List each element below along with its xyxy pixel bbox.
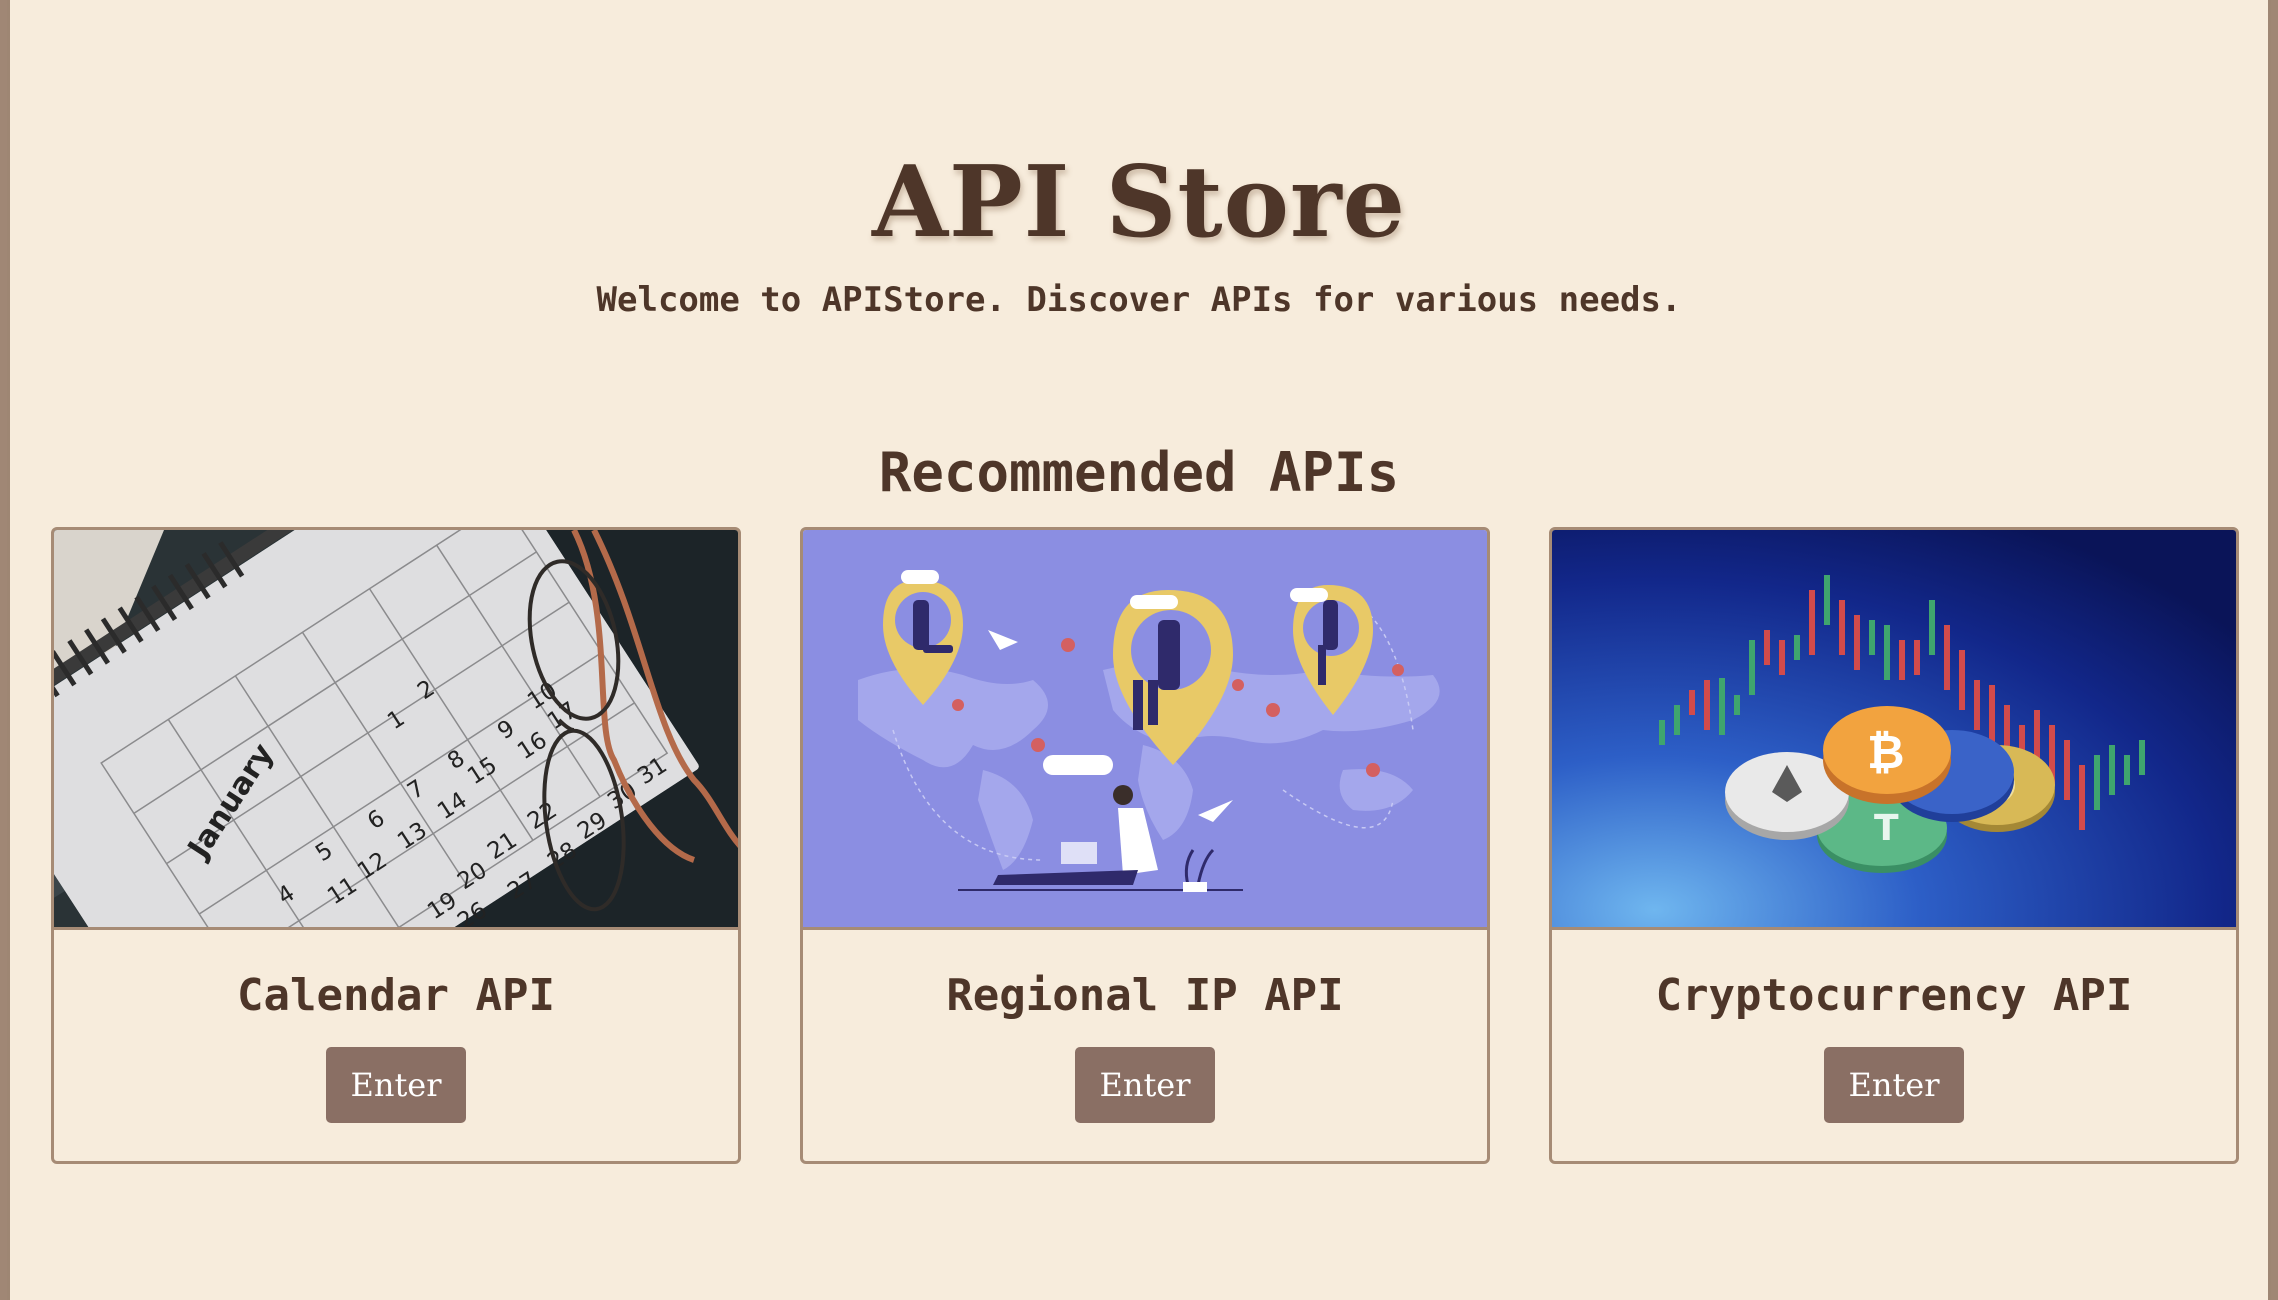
page-container: API Store Welcome to APIStore. Discover … (7, 0, 2271, 1300)
enter-button-calendar[interactable]: Enter (326, 1047, 466, 1123)
api-card-regional-ip: Regional IP API Enter (800, 527, 1490, 1164)
api-card-calendar: January 5 6 7 8 9 10 1 2 4 11 12 13 14 1… (51, 527, 741, 1164)
card-title: Cryptocurrency API (1655, 970, 2133, 1021)
regional-ip-api-image (803, 530, 1487, 930)
svg-text:T: T (1874, 808, 1899, 849)
enter-button-regional-ip[interactable]: Enter (1075, 1047, 1215, 1123)
page-title: API Store (871, 144, 1407, 260)
page-subtitle: Welcome to APIStore. Discover APIs for v… (596, 280, 1682, 320)
calendar-photo-icon: January 5 6 7 8 9 10 1 2 4 11 12 13 14 1… (54, 530, 738, 927)
enter-button-cryptocurrency[interactable]: Enter (1824, 1047, 1964, 1123)
recommended-apis-heading: Recommended APIs (878, 440, 1400, 504)
cryptocurrency-api-image: T ₿ (1552, 530, 2236, 930)
card-title: Calendar API (237, 970, 555, 1021)
world-map-icon (803, 530, 1487, 927)
api-card-cryptocurrency: T ₿ Cryptocurrency API Enter (1549, 527, 2239, 1164)
calendar-api-image: January 5 6 7 8 9 10 1 2 4 11 12 13 14 1… (54, 530, 738, 930)
crypto-coins-icon: T ₿ (1552, 530, 2236, 927)
svg-text:₿: ₿ (1867, 725, 1905, 779)
card-title: Regional IP API (946, 970, 1344, 1021)
